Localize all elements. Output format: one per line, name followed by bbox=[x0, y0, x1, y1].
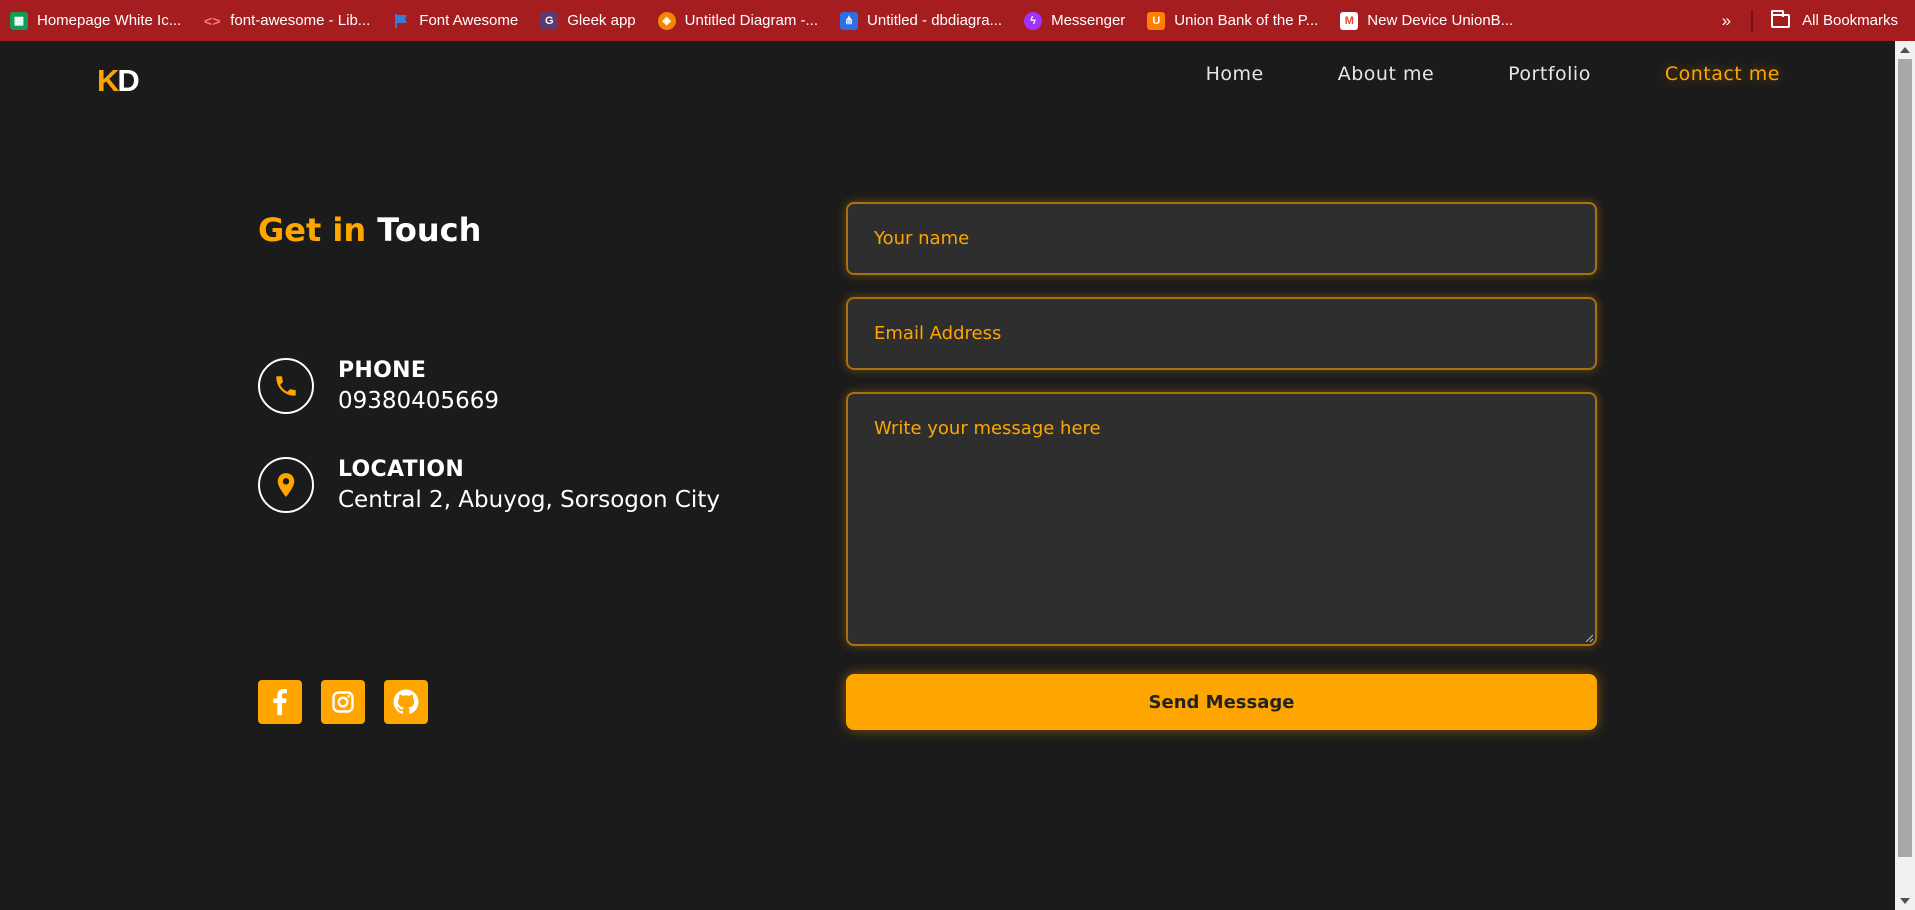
bookmark-label: Union Bank of the P... bbox=[1174, 12, 1319, 29]
facebook-icon[interactable] bbox=[258, 680, 302, 724]
scroll-down-icon[interactable] bbox=[1900, 898, 1910, 904]
sheets-icon: ▦ bbox=[10, 11, 28, 30]
gleek-icon: G bbox=[540, 11, 559, 30]
bookmark-unionbank[interactable]: U Union Bank of the P... bbox=[1147, 0, 1318, 41]
main-nav: Home About me Portfolio Contact me bbox=[1132, 63, 1780, 85]
message-textarea[interactable] bbox=[846, 392, 1597, 646]
nav-about-me[interactable]: About me bbox=[1338, 63, 1434, 85]
chevron-double-right-icon[interactable]: » bbox=[1722, 11, 1732, 31]
bookmark-gleek[interactable]: G Gleek app bbox=[540, 0, 636, 41]
bookmark-messenger[interactable]: ϟ Messenger bbox=[1024, 0, 1125, 41]
bookmark-label: Untitled Diagram -... bbox=[684, 12, 819, 29]
bookmark-font-awesome[interactable]: Font Awesome bbox=[392, 0, 518, 41]
scrollbar-thumb[interactable] bbox=[1898, 59, 1912, 857]
title-accent: Get in bbox=[258, 211, 367, 249]
bookmarks-bar: ▦ Homepage White Ic... <> font-awesome -… bbox=[0, 0, 1915, 41]
bookmark-label: font-awesome - Lib... bbox=[230, 12, 371, 29]
all-bookmarks-link[interactable]: All Bookmarks bbox=[1802, 12, 1898, 29]
github-icon[interactable] bbox=[384, 680, 428, 724]
message-wrapper bbox=[846, 392, 1597, 646]
send-message-button[interactable]: Send Message bbox=[846, 674, 1597, 730]
phone-label: PHONE bbox=[338, 358, 427, 383]
code-icon: <> bbox=[204, 12, 221, 29]
bookmark-new-device[interactable]: M New Device UnionB... bbox=[1340, 0, 1513, 41]
page-title: Get in Touch bbox=[258, 211, 481, 249]
bookmark-label: Homepage White Ic... bbox=[37, 12, 182, 29]
logo-k: K bbox=[97, 63, 119, 98]
bookmark-dbdiagram[interactable]: ⋔ Untitled - dbdiagra... bbox=[840, 0, 1002, 41]
flag-icon bbox=[392, 12, 410, 30]
bookmark-label: New Device UnionB... bbox=[1367, 12, 1514, 29]
bookmark-label: Font Awesome bbox=[419, 12, 519, 29]
gmail-icon: M bbox=[1340, 11, 1359, 30]
share-icon: ⋔ bbox=[840, 11, 859, 30]
nav-home[interactable]: Home bbox=[1206, 63, 1264, 85]
title-rest: Touch bbox=[377, 211, 482, 249]
location-value: Central 2, Abuyog, Sorsogon City bbox=[338, 487, 720, 513]
location-info: LOCATION Central 2, Abuyog, Sorsogon Cit… bbox=[258, 457, 720, 513]
resize-handle-icon[interactable] bbox=[1585, 634, 1593, 642]
scrollbar[interactable] bbox=[1895, 41, 1915, 910]
email-input[interactable] bbox=[846, 297, 1597, 370]
phone-value: 09380405669 bbox=[338, 388, 499, 414]
nav-contact-me[interactable]: Contact me bbox=[1665, 63, 1780, 85]
bookmarks-right: » All Bookmarks bbox=[1722, 0, 1898, 41]
bookmark-untitled-diagram[interactable]: ◈ Untitled Diagram -... bbox=[657, 0, 819, 41]
site-logo[interactable]: KD bbox=[97, 63, 140, 99]
folder-icon bbox=[1771, 9, 1791, 28]
location-label: LOCATION bbox=[338, 457, 465, 482]
location-pin-icon bbox=[258, 457, 314, 513]
social-links bbox=[258, 680, 447, 724]
phone-info: PHONE 09380405669 bbox=[258, 358, 499, 414]
divider bbox=[1751, 9, 1754, 32]
drawio-icon: ◈ bbox=[657, 11, 676, 30]
bookmark-homepage[interactable]: ▦ Homepage White Ic... bbox=[10, 0, 181, 41]
name-input[interactable] bbox=[846, 202, 1597, 275]
nav-portfolio[interactable]: Portfolio bbox=[1508, 63, 1591, 85]
instagram-icon[interactable] bbox=[321, 680, 365, 724]
messenger-icon: ϟ bbox=[1024, 11, 1043, 30]
contact-page: KD Home About me Portfolio Contact me Ge… bbox=[0, 41, 1895, 910]
bookmark-font-awesome-lib[interactable]: <> font-awesome - Lib... bbox=[203, 0, 370, 41]
unionbank-icon: U bbox=[1147, 11, 1166, 30]
logo-d: D bbox=[117, 63, 139, 98]
scroll-up-icon[interactable] bbox=[1900, 47, 1910, 53]
phone-icon bbox=[258, 358, 314, 414]
bookmark-label: Gleek app bbox=[567, 12, 636, 29]
bookmark-label: Untitled - dbdiagra... bbox=[867, 12, 1003, 29]
bookmark-label: Messenger bbox=[1051, 12, 1126, 29]
